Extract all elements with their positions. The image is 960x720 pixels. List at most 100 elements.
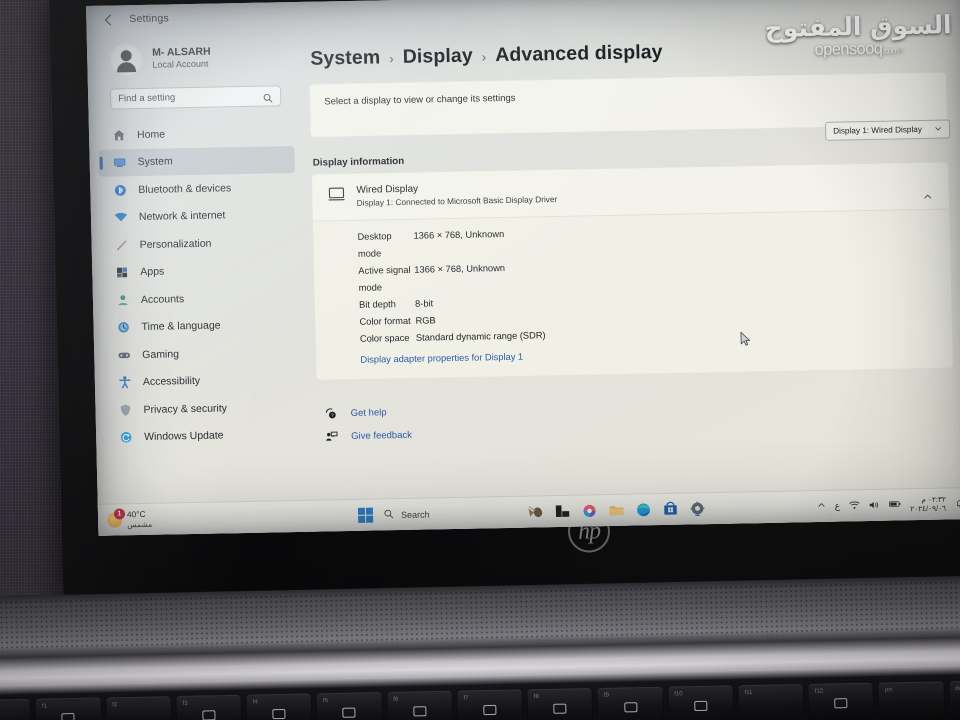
chevron-up-icon[interactable] <box>923 191 933 204</box>
taskbar-search[interactable]: Search <box>383 504 495 524</box>
sidebar-item-label: Accessibility <box>142 375 201 389</box>
display-select-value: Display 1: Wired Display <box>833 124 922 136</box>
mail-app-icon[interactable] <box>527 503 544 520</box>
sidebar-item-home[interactable]: Home <box>98 118 295 149</box>
row-value: Standard dynamic range (SDR) <box>415 329 546 343</box>
row-key: Desktop mode <box>357 230 392 259</box>
battery-icon[interactable] <box>889 499 901 510</box>
sidebar-item-windows-update[interactable]: Windows Update <box>105 420 302 451</box>
sidebar-item-label: Accounts <box>140 292 185 306</box>
feedback-icon <box>325 430 338 443</box>
sidebar-item-personalization[interactable]: Personalization <box>100 228 297 259</box>
sidebar-item-system[interactable]: System <box>98 145 295 177</box>
accounts-person-icon <box>115 292 130 307</box>
watermark-arabic: السوق المفتوح <box>764 10 953 43</box>
account-block[interactable]: M- ALSARH Local Account <box>87 34 301 87</box>
keyboard-key: f3 <box>176 694 242 720</box>
taskbar-clock[interactable]: ٠٢:٣٢ م ٢٠٢٤/٠٩/٠٦ <box>910 494 947 513</box>
sidebar-item-apps[interactable]: Apps <box>101 255 298 286</box>
breadcrumb-separator: › <box>389 51 394 67</box>
watermark-brand: opensooq <box>814 39 883 59</box>
account-name: M- ALSARH <box>151 45 211 59</box>
help-question-icon: ? <box>325 407 338 420</box>
notification-badge-count: 1 <box>113 508 126 520</box>
speaker-icon[interactable] <box>869 499 880 511</box>
person-avatar-icon <box>108 42 143 77</box>
sidebar-item-gaming[interactable]: Gaming <box>103 338 300 369</box>
sidebar-item-label: Network & internet <box>138 209 226 224</box>
select-display-label: Select a display to view or change its s… <box>324 92 516 108</box>
bell-icon[interactable] <box>955 498 960 510</box>
row-value: 8-bit <box>414 298 434 309</box>
row-value: 1366 × 768, Unknown <box>414 262 506 275</box>
close-icon: × <box>898 45 904 56</box>
gamepad-icon <box>116 347 131 362</box>
keyboard-key: f8 <box>527 688 593 720</box>
chevron-down-icon <box>934 124 942 134</box>
row-key: Color format <box>359 315 411 327</box>
sidebar-item-label: Home <box>136 128 166 141</box>
sidebar-item-bluetooth-devices[interactable]: Bluetooth & devices <box>99 173 296 204</box>
microsoft-store-icon[interactable] <box>662 501 679 518</box>
taskbar-weather-widget[interactable]: 1 40°C مشمس <box>98 506 304 530</box>
sidebar-item-accounts[interactable]: Accounts <box>102 283 299 314</box>
row-key: Color space <box>359 332 410 344</box>
language-indicator[interactable]: ع <box>835 501 841 512</box>
taskbar-center-group: Search <box>304 498 817 526</box>
row-key: Bit depth <box>358 298 396 310</box>
display-select-dropdown[interactable]: Display 1: Wired Display <box>824 119 951 141</box>
keyboard-key: f2 <box>106 696 172 720</box>
keyboard-key: f9 <box>597 686 663 720</box>
wifi-icon[interactable] <box>849 500 860 512</box>
back-arrow-icon[interactable] <box>100 11 117 28</box>
clock-date: ٢٠٢٤/٠٩/٠٦ <box>910 503 947 513</box>
bluetooth-icon <box>112 182 127 197</box>
mouse-cursor <box>740 331 751 347</box>
sidebar-item-label: Apps <box>140 265 165 279</box>
breadcrumb-separator: › <box>481 49 487 65</box>
folder-icon[interactable] <box>608 502 625 519</box>
row-value: 1366 × 768, Unknown <box>413 228 505 241</box>
accessibility-person-icon <box>117 375 132 390</box>
weather-condition: مشمس <box>127 519 153 530</box>
keyboard-key: f10 <box>668 685 734 720</box>
search-icon <box>262 90 273 103</box>
edge-browser-icon[interactable] <box>635 501 652 518</box>
opensooq-watermark: السوق المفتوح opensooq.com× <box>764 10 953 61</box>
system-monitor-icon <box>112 155 127 170</box>
app-title: Settings <box>129 12 170 26</box>
sidebar-item-privacy-security[interactable]: Privacy & security <box>104 393 301 424</box>
weather-temperature: 40°C <box>126 509 146 520</box>
settings-sidebar: M- ALSARH Local Account Find a setting H… <box>87 30 312 536</box>
sidebar-item-label: Personalization <box>139 237 212 251</box>
display-info-rows: Desktop mode 1366 × 768, Unknown Active … <box>313 209 953 380</box>
settings-gear-icon[interactable] <box>689 500 706 517</box>
sidebar-item-time-language[interactable]: Time & language <box>102 310 299 341</box>
watermark-tld: .com <box>882 45 899 56</box>
display-information-card: Wired Display Display 1: Connected to Mi… <box>311 161 954 381</box>
account-type: Local Account <box>152 58 209 70</box>
sidebar-nav-list: Home System Bluetooth & devices Network … <box>89 114 310 452</box>
laptop-screen: Settings M- ALSARH Local Account Find a … <box>86 0 960 536</box>
windows-start-icon[interactable] <box>357 507 374 523</box>
paintbrush-icon <box>113 237 128 252</box>
keyboard-key: f12 <box>808 682 874 720</box>
link-label: Give feedback <box>351 429 413 442</box>
search-input[interactable] <box>118 90 257 105</box>
search-settings-box[interactable] <box>109 85 282 110</box>
sidebar-item-label: Windows Update <box>144 429 224 444</box>
settings-app-window: Settings M- ALSARH Local Account Find a … <box>86 0 960 536</box>
copilot-icon[interactable] <box>581 502 598 519</box>
shield-icon <box>117 402 132 417</box>
chevron-up-icon[interactable] <box>817 501 826 512</box>
settings-body: M- ALSARH Local Account Find a setting H… <box>87 17 960 536</box>
breadcrumb-system[interactable]: System <box>310 46 381 70</box>
home-icon <box>111 128 126 143</box>
apps-icon <box>114 265 129 280</box>
breadcrumb-display[interactable]: Display <box>402 45 473 69</box>
sidebar-item-network-internet[interactable]: Network & internet <box>100 201 297 232</box>
file-explorer-dark-icon[interactable] <box>554 503 571 520</box>
keyboard-key: prt <box>878 681 944 720</box>
sidebar-item-accessibility[interactable]: Accessibility <box>104 365 301 396</box>
keyboard-key: esc <box>0 698 31 720</box>
